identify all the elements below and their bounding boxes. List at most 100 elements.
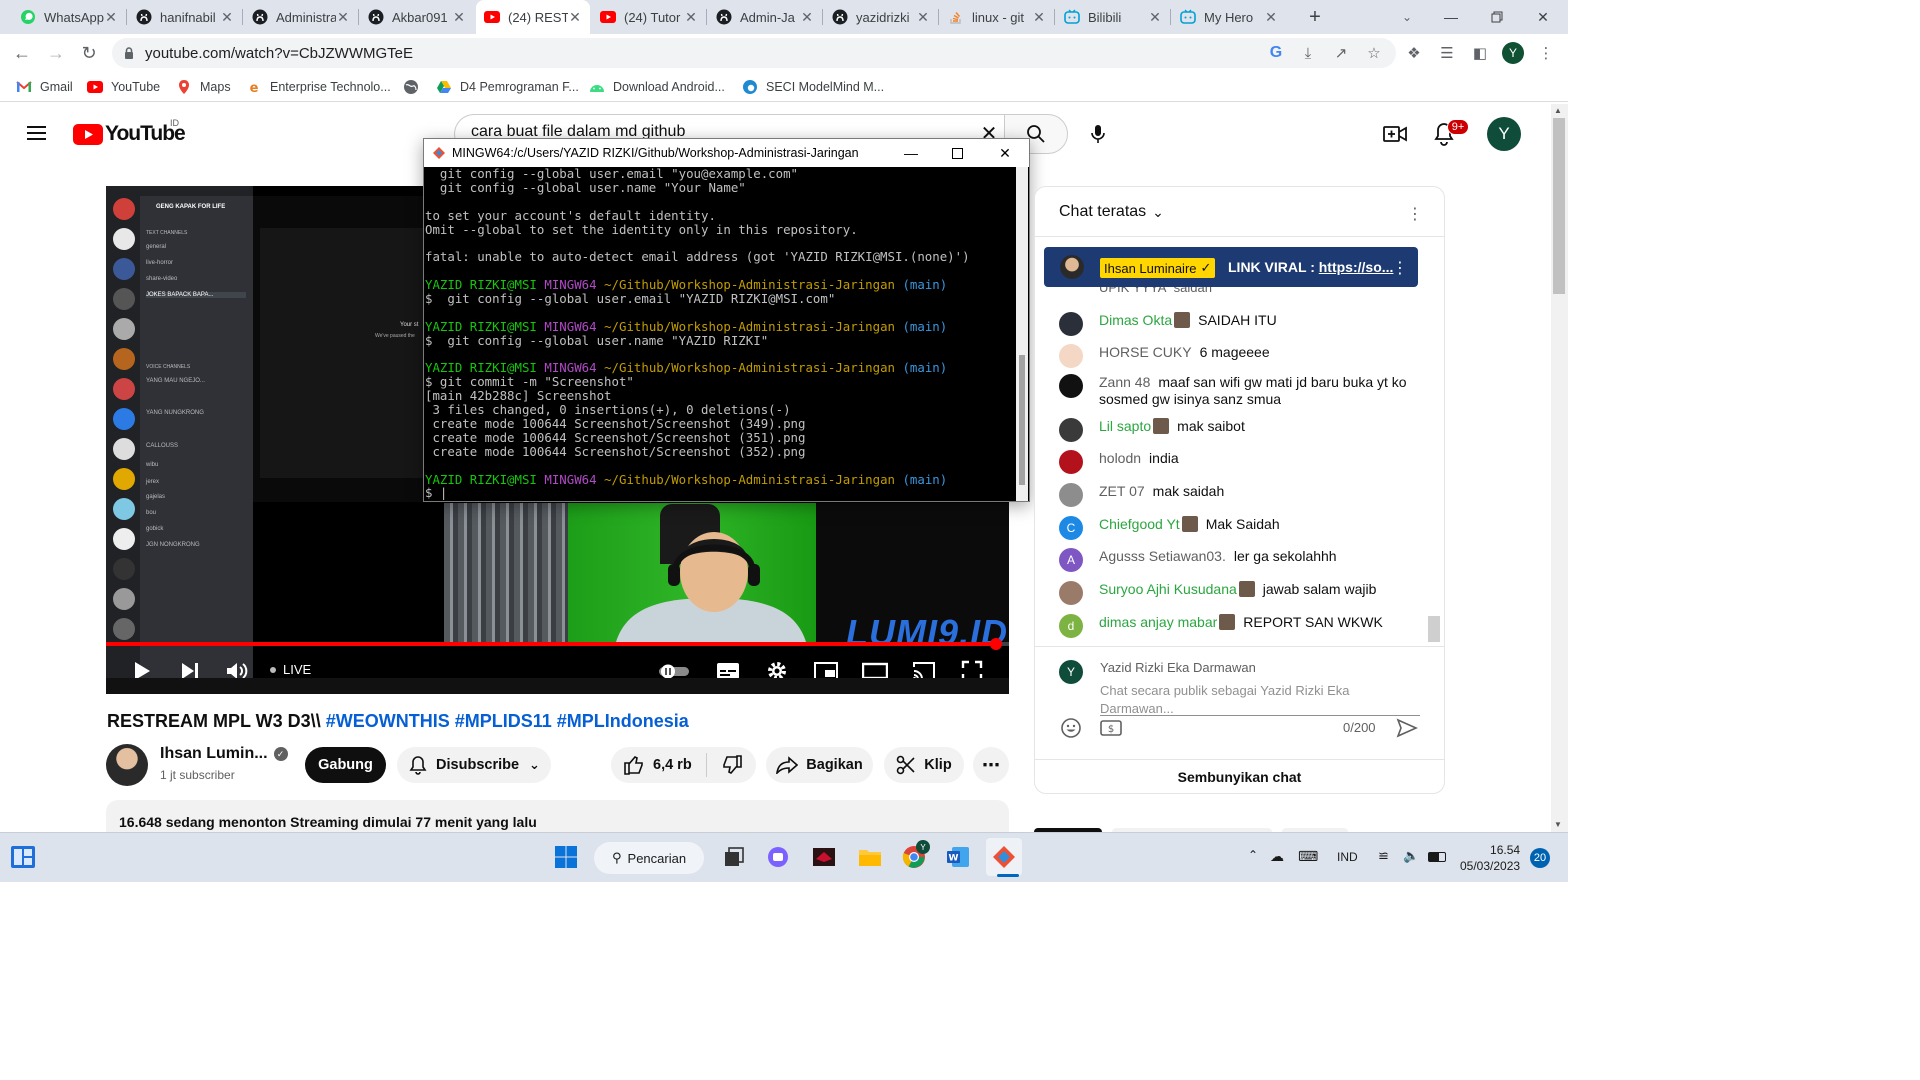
close-tab-icon[interactable]: ✕	[220, 9, 234, 26]
extensions-icon[interactable]: ❖	[1403, 42, 1425, 64]
voice-search-icon[interactable]	[1088, 123, 1108, 145]
taskbar-search[interactable]: ⚲ Pencarian	[594, 842, 704, 874]
hide-chat-button[interactable]: Sembunyikan chat	[1035, 759, 1444, 793]
side-panel-icon[interactable]: ◧	[1469, 42, 1491, 64]
channel-name[interactable]: Ihsan Lumin...	[160, 745, 268, 762]
pinned-author-badge[interactable]: Ihsan Luminaire ✓	[1100, 258, 1216, 278]
bookmark-2[interactable]: YouTube	[87, 78, 160, 96]
close-tab-icon[interactable]: ✕	[336, 9, 350, 26]
hamburger-menu-icon[interactable]	[26, 122, 48, 144]
close-tab-icon[interactable]: ✕	[104, 9, 118, 26]
chat-message[interactable]: Lil sapto mak saibot	[1059, 418, 1429, 442]
like-button[interactable]: 6,4 rb	[623, 755, 692, 775]
site-info-icon[interactable]	[122, 46, 136, 60]
close-tab-icon[interactable]: ✕	[916, 9, 930, 26]
media-control-icon[interactable]: ☰	[1436, 42, 1458, 64]
google-icon[interactable]: G	[1265, 42, 1287, 64]
bookmark-6[interactable]: D4 Pemrograman F...	[436, 78, 579, 96]
subscribed-button[interactable]: Disubscribe ⌄	[397, 747, 551, 783]
wifi-icon[interactable]: ≌	[1378, 848, 1389, 864]
bookmark-7[interactable]: Download Android...	[589, 78, 725, 96]
pinned-menu-icon[interactable]: ⋮	[1392, 258, 1408, 278]
url-text[interactable]: youtube.com/watch?v=CbJZWWMGTeE	[145, 45, 413, 62]
chat-author[interactable]: Chiefgood Yt	[1099, 516, 1180, 532]
pinned-link[interactable]: https://so...	[1319, 259, 1394, 275]
chat-author[interactable]: Agusss Setiawan03.	[1099, 548, 1226, 564]
dislike-button[interactable]	[721, 755, 743, 775]
tab-3[interactable]: Administrasi✕	[244, 0, 358, 34]
keyboard-icon[interactable]: ⌨	[1298, 848, 1318, 865]
chat-message[interactable]: A Agusss Setiawan03. ler ga sekolahhh	[1059, 548, 1429, 572]
language-indicator[interactable]: IND	[1337, 850, 1358, 864]
bookmark-5[interactable]	[403, 78, 427, 96]
clip-button[interactable]: Klip	[884, 747, 964, 783]
more-actions-button[interactable]: ⋯	[973, 747, 1009, 783]
reload-button[interactable]: ↻	[75, 39, 103, 67]
youtube-logo[interactable]: YouTube	[73, 122, 186, 146]
chat-menu-icon[interactable]: ⋮	[1407, 204, 1423, 224]
scroll-up-icon[interactable]: ▲	[1554, 106, 1562, 115]
taskbar-app-game[interactable]	[810, 843, 838, 871]
bookmark-8[interactable]: SECI ModelMind M...	[742, 78, 884, 96]
chat-message[interactable]: Zann 48 maaf san wifi gw mati jd baru buk…	[1059, 374, 1429, 408]
tab-9[interactable]: linux - git ✕	[940, 0, 1054, 34]
channel-avatar[interactable]	[106, 744, 148, 786]
account-avatar[interactable]: Y	[1487, 117, 1521, 151]
chat-message[interactable]: holodn india	[1059, 450, 1429, 474]
tab-10[interactable]: Bilibili ✕	[1056, 0, 1170, 34]
channel-name-row[interactable]: Ihsan Lumin... ✓	[160, 745, 288, 763]
tab-search-icon[interactable]: ⌄	[1392, 0, 1422, 34]
profile-avatar[interactable]: Y	[1502, 42, 1524, 64]
chat-message[interactable]: d dimas anjay mabar REPORT SAN WKWK	[1059, 614, 1429, 638]
word-button[interactable]: W	[944, 843, 972, 871]
chat-mode-dropdown[interactable]: Chat teratas ⌄	[1059, 203, 1164, 221]
terminal-maximize-button[interactable]	[934, 139, 980, 167]
back-button[interactable]: ←	[8, 39, 36, 67]
join-button[interactable]: Gabung	[305, 747, 386, 783]
bookmark-1[interactable]: Gmail	[16, 78, 73, 96]
widgets-button[interactable]	[10, 845, 36, 869]
chat-input[interactable]: Chat secara publik sebagai Yazid Rizki E…	[1100, 682, 1420, 716]
start-button[interactable]	[552, 843, 580, 871]
super-chat-button[interactable]: $	[1100, 719, 1122, 737]
forward-button[interactable]: →	[42, 39, 70, 67]
chat-message[interactable]: Suryoo Ajhi Kusudana jawab salam wajib	[1059, 581, 1429, 605]
teams-chat-button[interactable]	[764, 843, 792, 871]
close-tab-icon[interactable]: ✕	[684, 9, 698, 26]
chat-message[interactable]: HORSE CUKY 6 mageeee	[1059, 344, 1429, 368]
chat-author[interactable]: dimas anjay mabar	[1099, 614, 1217, 630]
close-tab-icon[interactable]: ✕	[1032, 9, 1046, 26]
emoji-button[interactable]	[1060, 717, 1082, 739]
minimize-window-button[interactable]: —	[1428, 0, 1474, 34]
chat-author[interactable]: Lil sapto	[1099, 418, 1151, 434]
close-tab-icon[interactable]: ✕	[452, 9, 466, 26]
restore-window-button[interactable]	[1474, 0, 1520, 34]
bookmark-3[interactable]: Maps	[176, 78, 231, 96]
chat-author[interactable]: ZET 07	[1099, 483, 1145, 499]
tab-2[interactable]: hanifnabil ✕	[128, 0, 242, 34]
share-icon[interactable]: ↗	[1330, 42, 1352, 64]
battery-icon[interactable]	[1428, 852, 1446, 862]
tab-7[interactable]: Admin-Ja ✕	[708, 0, 822, 34]
new-tab-button[interactable]: +	[1300, 0, 1330, 34]
tab-4[interactable]: Akbar091 ✕	[360, 0, 474, 34]
live-indicator[interactable]: LIVE	[270, 662, 311, 677]
current-prompt[interactable]: $ |	[425, 486, 1016, 500]
share-button[interactable]: Bagikan	[766, 747, 873, 783]
chat-message[interactable]: ZET 07 mak saidah	[1059, 483, 1429, 507]
onedrive-icon[interactable]: ☁	[1270, 848, 1284, 865]
chat-author[interactable]: Dimas Okta	[1099, 312, 1172, 328]
close-tab-icon[interactable]: ✕	[800, 9, 814, 26]
chat-author[interactable]: Zann 48	[1099, 374, 1150, 390]
chat-scrollbar-thumb[interactable]	[1428, 616, 1440, 642]
system-clock[interactable]: 16.54 05/03/2023	[1460, 842, 1520, 874]
chat-author[interactable]: holodn	[1099, 450, 1141, 466]
close-tab-icon[interactable]: ✕	[1264, 9, 1278, 26]
task-view-button[interactable]	[720, 843, 748, 871]
create-video-icon[interactable]	[1383, 123, 1407, 145]
bookmark-4[interactable]: e Enterprise Technolo...	[246, 78, 391, 96]
scroll-down-icon[interactable]: ▼	[1554, 820, 1562, 829]
tab-6[interactable]: (24) Tutor ✕	[592, 0, 706, 34]
chat-message[interactable]: C Chiefgood Yt Mak Saidah	[1059, 516, 1429, 540]
terminal-output[interactable]: git config --global user.email "you@exam…	[424, 167, 1016, 501]
